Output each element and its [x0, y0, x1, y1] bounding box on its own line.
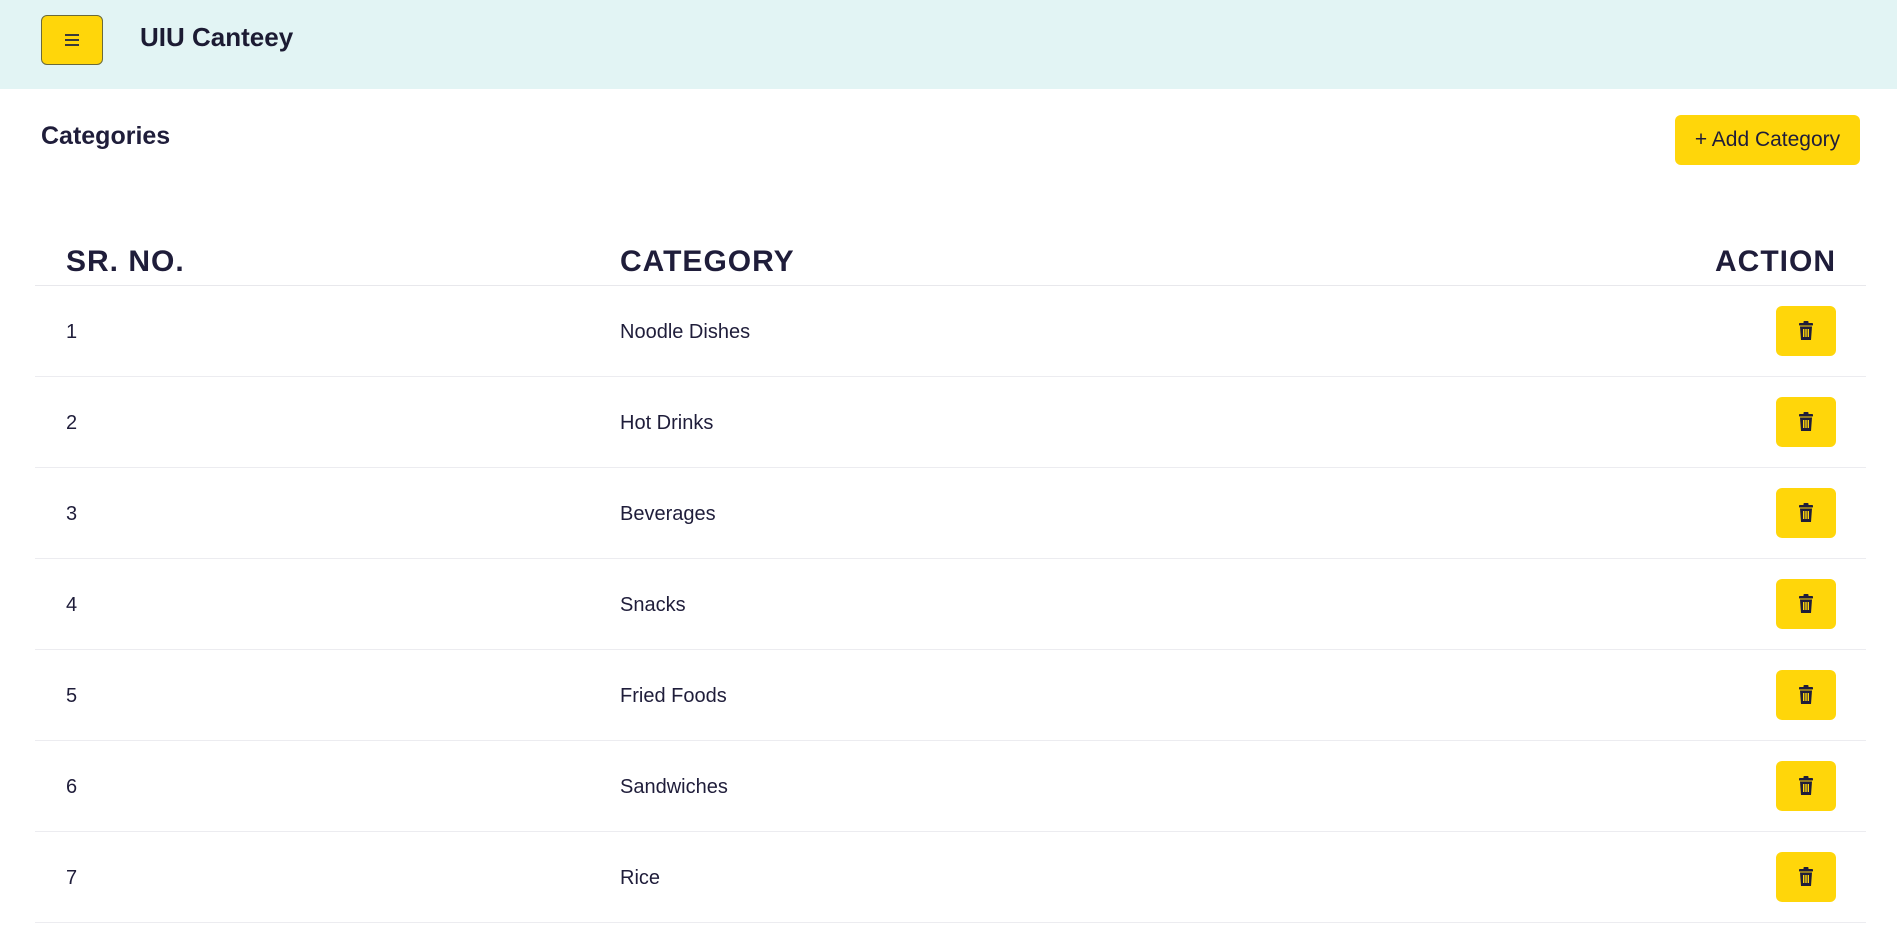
delete-category-button[interactable]	[1776, 397, 1836, 447]
row-category-name: Beverages	[620, 503, 716, 525]
trash-icon	[1797, 776, 1815, 796]
row-category-name: Sandwiches	[620, 776, 728, 798]
delete-category-button[interactable]	[1776, 306, 1836, 356]
column-header-sr-no: SR. NO.	[66, 245, 185, 278]
table-row: 1 Noodle Dishes	[35, 286, 1866, 377]
table-row: 3 Beverages	[35, 468, 1866, 559]
row-sr-no: 6	[66, 776, 78, 798]
delete-category-button[interactable]	[1776, 761, 1836, 811]
table-row: 2 Hot Drinks	[35, 377, 1866, 468]
table-row: 7 Rice	[35, 832, 1866, 923]
delete-category-button[interactable]	[1776, 579, 1836, 629]
row-category-name: Snacks	[620, 594, 686, 616]
app-title: UIU Canteey	[140, 22, 294, 52]
trash-icon	[1797, 594, 1815, 614]
column-header-action: ACTION	[1715, 245, 1836, 278]
delete-category-button[interactable]	[1776, 852, 1836, 902]
row-sr-no: 3	[66, 503, 78, 525]
row-category-name: Hot Drinks	[620, 412, 714, 434]
trash-icon	[1797, 867, 1815, 887]
row-sr-no: 4	[66, 594, 78, 616]
trash-icon	[1797, 321, 1815, 341]
row-sr-no: 7	[66, 867, 78, 889]
table-row: 4 Snacks	[35, 559, 1866, 650]
table-row: 5 Fried Foods	[35, 650, 1866, 741]
page-title: Categories	[41, 122, 171, 150]
table-body: 1 Noodle Dishes 2 Hot Drinks 3 Beverages 4 Snac…	[35, 286, 1866, 923]
add-category-button[interactable]: + Add Category	[1675, 115, 1860, 165]
trash-icon	[1797, 503, 1815, 523]
row-sr-no: 1	[66, 321, 78, 343]
row-sr-no: 2	[66, 412, 78, 434]
categories-table: SR. NO. CATEGORY ACTION 1 Noodle Dishes 2 H…	[35, 235, 1866, 923]
row-category-name: Rice	[620, 867, 661, 889]
column-header-category: CATEGORY	[620, 245, 795, 278]
row-sr-no: 5	[66, 685, 78, 707]
row-category-name: Fried Foods	[620, 685, 727, 707]
table-header: SR. NO. CATEGORY ACTION	[35, 235, 1866, 286]
top-navbar: UIU Canteey	[0, 0, 1897, 89]
hamburger-icon	[65, 34, 79, 46]
row-category-name: Noodle Dishes	[620, 321, 751, 343]
delete-category-button[interactable]	[1776, 670, 1836, 720]
trash-icon	[1797, 412, 1815, 432]
delete-category-button[interactable]	[1776, 488, 1836, 538]
table-row: 6 Sandwiches	[35, 741, 1866, 832]
menu-toggle-button[interactable]	[41, 15, 103, 65]
trash-icon	[1797, 685, 1815, 705]
